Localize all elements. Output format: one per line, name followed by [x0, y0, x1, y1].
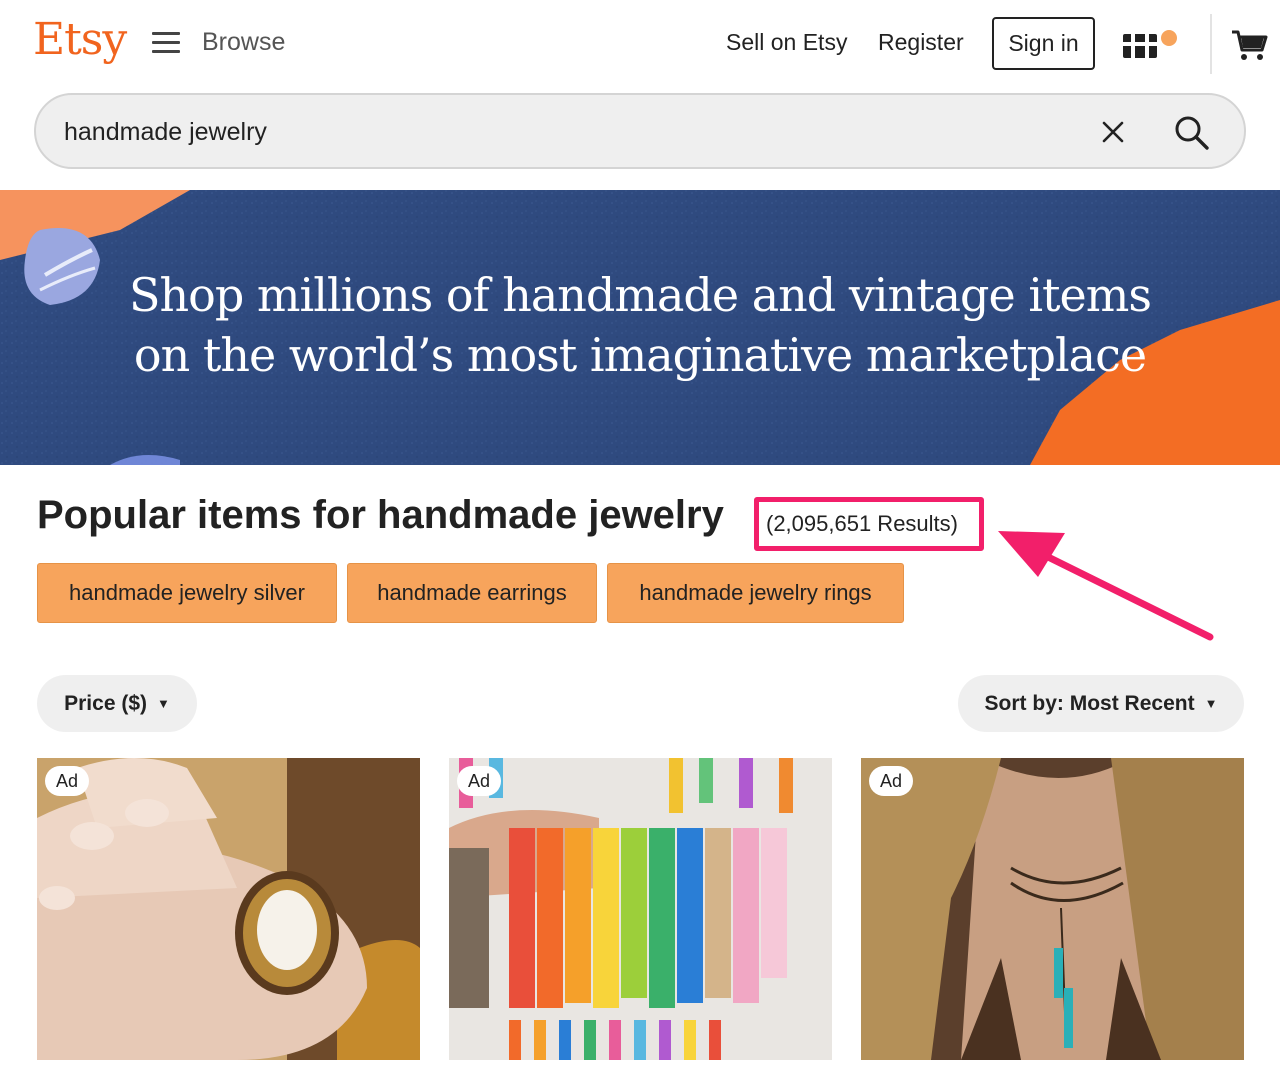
listing-card[interactable]: Ad	[449, 758, 832, 1060]
related-search-chip[interactable]: handmade jewelry rings	[607, 563, 904, 623]
price-filter-label: Price ($)	[64, 691, 147, 715]
gift-card-icon[interactable]	[1121, 28, 1179, 62]
sort-dropdown-button[interactable]: Sort by: Most Recent ▼	[958, 675, 1244, 732]
menu-icon[interactable]	[152, 32, 180, 54]
price-filter-button[interactable]: Price ($) ▼	[37, 675, 197, 732]
search-input[interactable]	[64, 113, 1064, 151]
sell-on-etsy-link[interactable]: Sell on Etsy	[726, 29, 847, 56]
search-bar	[34, 93, 1246, 169]
register-link[interactable]: Register	[878, 29, 964, 56]
related-search-chip[interactable]: handmade earrings	[347, 563, 597, 623]
clear-search-icon[interactable]	[1100, 119, 1126, 145]
related-search-chip[interactable]: handmade jewelry silver	[37, 563, 337, 623]
banner-headline-1: Shop millions of handmade and vintage it…	[128, 268, 1152, 322]
results-count: (2,095,651 Results)	[766, 511, 958, 536]
sign-in-button[interactable]: Sign in	[992, 17, 1095, 70]
ad-badge: Ad	[457, 766, 502, 796]
etsy-logo[interactable]: Etsy	[33, 14, 127, 65]
site-header: Etsy Browse Sell on Etsy Register Sign i…	[0, 0, 1280, 88]
caret-down-icon: ▼	[157, 696, 170, 711]
hero-banner: Shop millions of handmade and vintage it…	[0, 190, 1280, 465]
turquoise-necklace-photo	[861, 758, 1244, 1060]
browse-link[interactable]: Browse	[202, 28, 285, 57]
ad-badge: Ad	[45, 766, 90, 796]
listing-card[interactable]: Ad	[861, 758, 1244, 1060]
cart-icon[interactable]	[1230, 26, 1268, 64]
ad-badge: Ad	[869, 766, 914, 796]
listing-card[interactable]: Ad	[37, 758, 420, 1060]
ring-on-hand-photo	[37, 758, 420, 1060]
header-divider	[1210, 14, 1212, 74]
search-icon[interactable]	[1174, 115, 1210, 151]
colorful-tassels-photo	[449, 758, 832, 1060]
sort-label: Sort by: Most Recent	[984, 691, 1195, 715]
annotation-arrow	[998, 531, 1214, 641]
caret-down-icon: ▼	[1204, 696, 1218, 711]
page-title: Popular items for handmade jewelry	[37, 493, 724, 537]
banner-headline-2: on the world’s most imaginative marketpl…	[133, 328, 1147, 382]
